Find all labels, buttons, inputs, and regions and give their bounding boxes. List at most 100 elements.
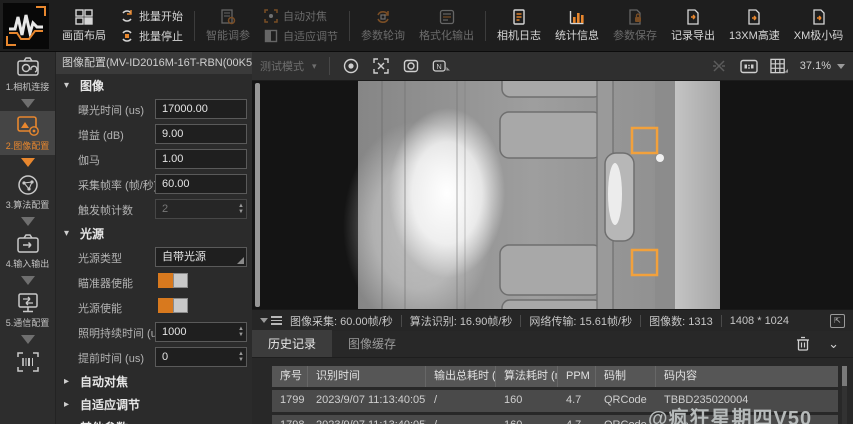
gamma-input[interactable]: 1.00 (155, 149, 247, 169)
status-separator (640, 315, 641, 327)
adaptive-adjust-button[interactable]: 自适应调节 (264, 28, 338, 44)
spinner-arrows-icon: ▲▼ (238, 323, 244, 341)
column-header: 算法耗时 (ms) (496, 366, 558, 387)
framerate-input[interactable]: 60.00 (155, 174, 247, 194)
smart-tune-button[interactable]: 智能调参 (199, 2, 257, 50)
statistics-button[interactable]: 统计信息 (548, 2, 606, 50)
light-enable-toggle[interactable] (158, 298, 188, 313)
section-image[interactable]: ▾ 图像 (56, 74, 252, 97)
preset-button-xm-small[interactable]: XM极小码 (787, 2, 851, 50)
image-viewer: 测试模式 ▾ (252, 52, 853, 331)
adaptive-adjust-label: 自适应调节 (283, 28, 338, 44)
record-button[interactable] (342, 57, 360, 75)
sidebar-item-camera-connect[interactable]: 1.相机连接 (0, 52, 55, 96)
batch-start-label: 批量开始 (139, 8, 183, 24)
screen-layout-button[interactable]: 画面布局 (55, 2, 113, 50)
test-mode-select[interactable]: 测试模式 ▾ (260, 58, 317, 74)
column-header: 输出总耗时 (ms) (426, 366, 496, 387)
param-polling-label: 参数轮询 (361, 27, 405, 43)
sidebar-item-algorithm-config[interactable]: 3.算法配置 (0, 170, 55, 214)
snapshot-button[interactable] (402, 57, 420, 75)
exposure-label: 曝光时间 (us) (78, 102, 144, 118)
param-save-button[interactable]: 参数保存 (606, 2, 664, 50)
camera-connect-icon (16, 56, 40, 78)
locate-disabled-button[interactable] (710, 57, 728, 75)
format-output-button[interactable]: 格式化输出 (412, 2, 481, 50)
sidebar-item-image-config[interactable]: 2.图像配置 (0, 111, 55, 155)
batch-stop-button[interactable]: 批量停止 (120, 28, 183, 44)
locate-crosshair-icon (711, 58, 727, 74)
gain-input[interactable]: 9.00 (155, 124, 247, 144)
section-label: 其他参数 (80, 419, 128, 424)
section-autofocus[interactable]: ▸ 自动对焦 (56, 370, 252, 393)
camera-image (252, 81, 853, 309)
step-arrow-icon (21, 276, 35, 285)
light-duration-stepper[interactable]: 1000 ▲▼ (155, 322, 247, 342)
chevron-down-icon (260, 318, 268, 323)
sidebar-item-communication-config[interactable]: 5.通信配置 (0, 288, 55, 332)
format-output-icon (439, 9, 455, 25)
exposure-input[interactable]: 17000.00 (155, 99, 247, 119)
section-adaptive[interactable]: ▸ 自适应调节 (56, 393, 252, 416)
record-export-button[interactable]: 记录导出 (664, 2, 722, 50)
tab-history-record[interactable]: 历史记录 (252, 330, 332, 357)
status-separator (520, 315, 521, 327)
status-separator (721, 315, 722, 327)
camera-log-button[interactable]: 相机日志 (490, 2, 548, 50)
status-acquisition: 图像采集: 60.00帧/秒 (290, 313, 393, 329)
step-sidebar: 1.相机连接 2.图像配置 3.算法配置 (0, 52, 55, 424)
batch-controls: 批量开始 批量停止 (113, 2, 190, 50)
aimer-enable-toggle[interactable] (158, 273, 188, 288)
column-header: PPM (558, 366, 596, 387)
collapse-chevron-icon[interactable]: ⌄ (828, 336, 839, 352)
toolbar-separator (349, 11, 350, 41)
camera-log-icon (511, 9, 527, 25)
one-to-one-button[interactable] (740, 57, 758, 75)
config-panel-title: 图像配置(MV-ID2016M-16T-RBN(00K544921 (56, 52, 252, 74)
logo-corner-icon (36, 6, 46, 16)
sidebar-item-input-output[interactable]: 4.输入输出 (0, 229, 55, 273)
batch-start-button[interactable]: 批量开始 (120, 8, 183, 24)
viewer-toolbar-right: 37.1% (710, 57, 845, 75)
image-config-panel: 图像配置(MV-ID2016M-16T-RBN(00K544921 ▾ 图像 曝… (55, 52, 252, 424)
auto-focus-label: 自动对焦 (283, 8, 327, 24)
status-menu-button[interactable] (260, 316, 282, 325)
snapshot-n-icon: N (432, 58, 450, 74)
crosshair-overlay-button[interactable] (372, 57, 390, 75)
light-type-select[interactable]: 自带光源 (155, 247, 247, 267)
chevron-right-icon: ▸ (64, 376, 74, 387)
sidebar-item-label: 3.算法配置 (6, 198, 50, 211)
advance-time-stepper[interactable]: 0 ▲▼ (155, 347, 247, 367)
section-light[interactable]: ▾ 光源 (56, 222, 252, 245)
chevron-right-icon: ▸ (64, 399, 74, 410)
hamburger-icon (271, 316, 282, 325)
logo-corner-icon (6, 36, 16, 46)
table-scrollbar[interactable] (842, 366, 847, 424)
grid-view-button[interactable] (770, 57, 788, 75)
status-resolution: 1408 * 1024 (730, 315, 789, 327)
continuous-snapshot-button[interactable]: N (432, 57, 450, 75)
fit-window-icon[interactable]: ⇱ (830, 314, 845, 328)
record-icon (343, 58, 359, 74)
crosshair-box-icon (373, 58, 389, 74)
smart-tune-label: 智能调参 (206, 27, 250, 43)
step-arrow-icon (21, 217, 35, 226)
app-logo (3, 3, 49, 49)
param-polling-button[interactable]: 参数轮询 (354, 2, 412, 50)
zoom-level-select[interactable]: 37.1% (800, 60, 845, 72)
preset-button-13xm[interactable]: 13XM高速 (722, 2, 787, 50)
auto-focus-button[interactable]: 自动对焦 (264, 8, 338, 24)
format-output-label: 格式化输出 (419, 27, 474, 43)
camera-image-display[interactable] (252, 81, 853, 309)
sidebar-item-run[interactable] (0, 347, 55, 376)
batch-stop-icon (120, 29, 134, 43)
viewer-scrollbar[interactable] (255, 83, 260, 307)
tab-image-cache[interactable]: 图像缓存 (332, 330, 412, 357)
section-other-params[interactable]: ▸ 其他参数 (56, 416, 252, 424)
trash-icon[interactable] (796, 336, 810, 351)
status-image-count: 图像数: 1313 (649, 313, 713, 329)
auto-focus-icon (264, 9, 278, 23)
record-export-icon (685, 9, 701, 25)
status-network: 网络传输: 15.61帧/秒 (529, 313, 632, 329)
sidebar-item-label: 5.通信配置 (6, 316, 50, 329)
